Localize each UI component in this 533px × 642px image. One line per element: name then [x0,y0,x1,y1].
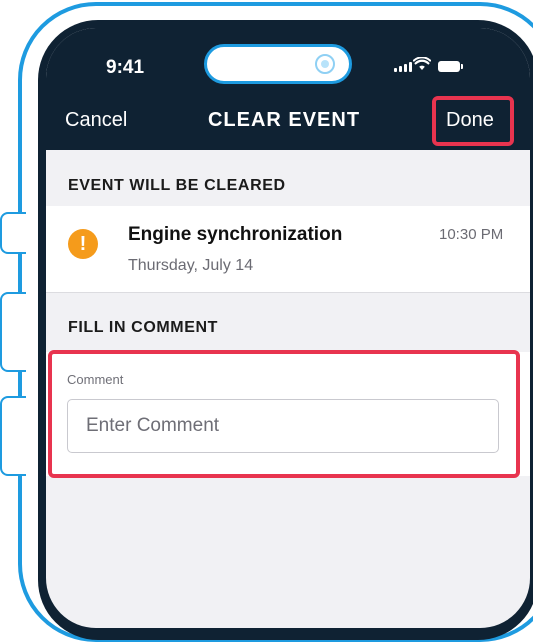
wifi-icon [413,57,431,70]
dynamic-island [204,44,352,84]
event-section-header: EVENT WILL BE CLEARED [68,177,286,194]
volume-down-button [0,396,26,476]
volume-up-button [0,292,26,372]
comment-area-highlight [48,350,520,478]
done-button-highlight [432,96,514,146]
battery-icon [438,61,463,72]
camera-icon [315,54,335,74]
event-date: Thursday, July 14 [128,257,254,274]
comment-section-header: FILL IN COMMENT [68,319,219,336]
warning-icon: ! [68,229,98,259]
silent-switch [0,212,26,254]
event-list-item[interactable] [46,206,530,293]
status-time: 9:41 [106,57,145,78]
event-title: Engine synchronization [128,224,343,245]
event-time: 10:30 PM [439,226,504,243]
app-screen: 9:41 Cancel CLEAR EVENT Done EVENT WILL … [46,28,530,628]
signal-icon [394,62,412,72]
